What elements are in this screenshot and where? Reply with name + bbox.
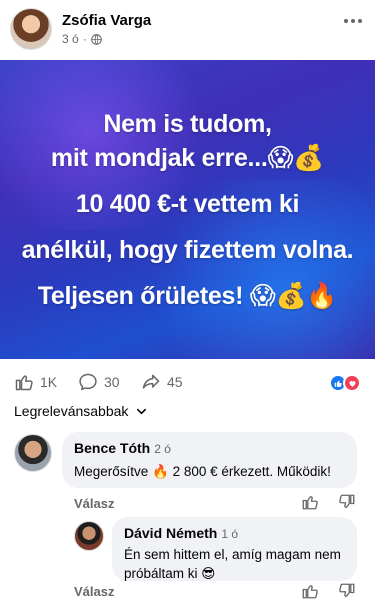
thumbs-down-icon[interactable] [338, 493, 356, 511]
reply-button[interactable]: Válasz [74, 584, 114, 599]
comment-bubble: Dávid Németh 1 ó Én sem hittem el, amíg m… [112, 517, 357, 581]
share-count: 45 [167, 374, 183, 390]
share-button[interactable]: 45 [141, 372, 183, 392]
love-reaction-icon [343, 374, 361, 392]
reactions-bar: 1K 30 45 [0, 368, 375, 398]
banner-line: mit mondjak erre...😱💰 [50, 143, 325, 172]
chevron-down-icon [137, 408, 147, 414]
like-count: 1K [40, 374, 58, 390]
post-header: Zsófia Varga 3 ó · [0, 0, 375, 60]
sort-label: Legrelevánsabbak [14, 403, 129, 419]
commenter-avatar[interactable] [74, 521, 104, 551]
banner-line: Teljesen őrületes! 😱💰🔥 [37, 281, 338, 310]
more-options-icon[interactable] [341, 12, 365, 30]
comment-bubble: Bence Tóth 2 ó Megerősítve 🔥 2 800 € érke… [62, 432, 357, 488]
comment-time: 1 ó [221, 527, 239, 541]
globe-icon [90, 33, 102, 45]
author-avatar[interactable] [10, 8, 52, 50]
comment-icon [79, 373, 97, 391]
comment-button[interactable]: 30 [78, 372, 120, 392]
banner-line: Nem is tudom, [103, 109, 272, 138]
thumbs-up-icon [15, 375, 33, 391]
commenter-name[interactable]: Bence Tóth 2 ó [74, 440, 171, 456]
thumbs-down-icon[interactable] [338, 582, 356, 600]
banner-line: 10 400 €-t vettem ki [75, 189, 300, 218]
comment-text: Én sem hittem el, amíg magam nem próbált… [124, 547, 341, 581]
commenter-name[interactable]: Dávid Németh 1 ó [124, 525, 238, 541]
comment-time: 2 ó [154, 442, 171, 456]
comment-sort-dropdown[interactable]: Legrelevánsabbak [14, 403, 147, 419]
share-icon [142, 374, 160, 389]
post-banner: Nem is tudom, mit mondjak erre...😱💰 10 4… [0, 60, 375, 359]
commenter-avatar[interactable] [14, 434, 52, 472]
banner-line: anélkül, hogy fizettem volna. [21, 235, 354, 264]
comment-text: Megerősítve 🔥 2 800 € érkezett. Működik! [74, 464, 331, 479]
comment-count: 30 [104, 374, 120, 390]
post-time[interactable]: 3 ó [62, 32, 79, 46]
like-button[interactable]: 1K [14, 372, 57, 392]
reaction-summary[interactable] [329, 374, 361, 392]
author-name[interactable]: Zsófia Varga [62, 12, 151, 29]
thumbs-up-icon[interactable] [301, 493, 319, 511]
post-meta: 3 ó · [62, 32, 102, 46]
reply-button[interactable]: Válasz [74, 496, 114, 511]
thumbs-up-icon[interactable] [301, 582, 319, 600]
